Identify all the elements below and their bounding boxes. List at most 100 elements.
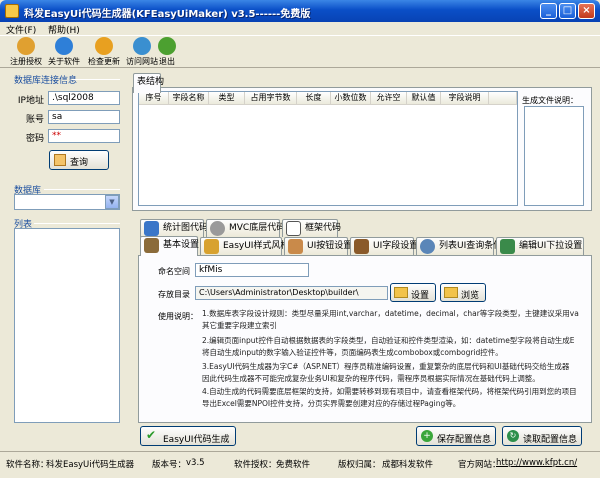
hand-icon: [288, 239, 303, 254]
key-icon: [17, 37, 35, 55]
tab-table-structure-label: 表结构: [137, 77, 165, 87]
home-icon: [144, 238, 159, 253]
about-button[interactable]: 关于软件: [46, 37, 82, 67]
tab-mvc-code-label: MVC底层代码: [229, 223, 286, 233]
password-label: 密码: [25, 134, 44, 144]
close-button[interactable]: ×: [578, 3, 595, 19]
tab-mvc-code[interactable]: MVC底层代码: [206, 219, 285, 237]
account-input[interactable]: sa: [48, 110, 120, 124]
tab-ui-fields-label: UI字段设置: [373, 241, 419, 251]
update-icon: [95, 37, 113, 55]
tab-basic-settings-label: 基本设置: [163, 240, 200, 250]
folder-icon: [394, 287, 408, 298]
namespace-label: 命名空间: [158, 267, 190, 276]
check-icon: ✔: [146, 428, 157, 442]
tab-edit-dropdown[interactable]: 编辑UI下拉设置: [496, 237, 584, 255]
namespace-input[interactable]: kfMis: [195, 263, 309, 277]
column-header[interactable]: 占用字节数: [245, 92, 297, 105]
column-header[interactable]: 序号: [139, 92, 169, 105]
connection-divider: [72, 79, 120, 80]
save-icon: +: [421, 430, 433, 442]
save-config-label: 保存配置信息: [437, 435, 492, 445]
usage-line: 4.自动生成的代码需要底层框架的支持，如需要转移到现有项目中，请查看框架代码，将…: [202, 387, 577, 396]
register-button[interactable]: 注册授权: [6, 37, 46, 67]
column-header[interactable]: 长度: [297, 92, 331, 105]
maximize-button[interactable]: □: [559, 3, 576, 19]
magnifier-icon: [420, 239, 435, 254]
tables-list[interactable]: [14, 228, 120, 423]
chevron-down-icon[interactable]: ▼: [105, 195, 119, 209]
menu-help[interactable]: 帮助(H): [48, 23, 80, 36]
tab-framework-code-label: 框架代码: [305, 223, 342, 233]
globe-icon: [133, 37, 151, 55]
query-button-label: 查询: [70, 158, 89, 168]
status-name-value: 科发EasyUi代码生成器: [46, 460, 135, 470]
pencil-icon: [500, 239, 515, 254]
tab-basic-settings[interactable]: 基本设置: [140, 236, 200, 256]
column-header[interactable]: 允许空: [371, 92, 407, 105]
exit-button[interactable]: 退出: [156, 37, 178, 67]
tab-framework-code[interactable]: 框架代码: [282, 219, 342, 237]
status-bar: 软件名称： 科发EasyUi代码生成器 版本号： v3.5 软件授权： 免费软件…: [0, 451, 600, 478]
status-site-link[interactable]: http://www.kfpt.cn/: [496, 458, 577, 468]
usage-line: 因此代码生成器不可能完成复杂业务UI和复杂的程序代码，需程序员根据实际情况在基础…: [202, 374, 540, 383]
directory-input[interactable]: C:\Users\Administrator\Desktop\builder\: [195, 286, 388, 300]
usage-label: 使用说明：: [158, 312, 198, 321]
generated-files-label: 生成文件说明：: [522, 96, 578, 105]
tab-list-query[interactable]: 列表UI查询条件: [416, 237, 502, 255]
app-icon: [5, 4, 19, 18]
generated-files-box[interactable]: [524, 106, 584, 206]
load-config-button[interactable]: ↻ 读取配置信息: [502, 426, 582, 446]
status-version-value: v3.5: [186, 458, 205, 468]
column-header[interactable]: 字段名称: [169, 92, 209, 105]
column-header[interactable]: 默认值: [407, 92, 441, 105]
database-icon: [54, 154, 66, 166]
exit-label: 退出: [159, 57, 175, 66]
tab-list-query-label: 列表UI查询条件: [439, 241, 503, 251]
account-label: 账号: [25, 115, 44, 125]
tab-edit-dropdown-label: 编辑UI下拉设置: [519, 241, 583, 251]
settings-button[interactable]: 设置: [390, 283, 436, 302]
tab-ui-buttons[interactable]: UI按钮设置: [284, 237, 352, 255]
chart-icon: [144, 221, 159, 236]
usage-line: 1.数据库表字段设计规则：类型尽量采用int,varchar，datetime，…: [202, 309, 579, 318]
folder-icon: [444, 287, 458, 298]
tab-ui-buttons-label: UI按钮设置: [307, 241, 353, 251]
query-button[interactable]: 查询: [49, 150, 109, 170]
hammer-icon: [354, 239, 369, 254]
column-header[interactable]: 类型: [209, 92, 245, 105]
generate-button[interactable]: ✔ EasyUI代码生成: [140, 426, 236, 446]
title-bar[interactable]: 科发EasyUi代码生成器(KFEasyUiMaker) v3.5------免…: [0, 0, 600, 22]
help-icon: [55, 37, 73, 55]
grid-icon: [286, 221, 301, 236]
usage-text: 1.数据库表字段设计规则：类型尽量采用int,varchar，datetime，…: [200, 305, 588, 419]
status-copyright-value: 成都科发软件: [382, 460, 434, 470]
tab-table-structure[interactable]: 表结构: [133, 73, 165, 93]
menu-file[interactable]: 文件(F): [6, 23, 36, 36]
column-header[interactable]: 字段说明: [441, 92, 489, 105]
save-config-button[interactable]: + 保存配置信息: [416, 426, 496, 446]
register-label: 注册授权: [10, 57, 42, 66]
usage-line: 3.EasyUI代码生成器为字C#（ASP.NET）程序员精准编码设置，重复繁杂…: [202, 362, 570, 371]
browse-button[interactable]: 浏览: [440, 283, 486, 302]
tab-easyui-style[interactable]: EasyUI样式风格: [200, 237, 289, 255]
database-divider: [44, 189, 120, 190]
tab-chart-code[interactable]: 统计图代码: [140, 219, 208, 237]
minimize-button[interactable]: _: [540, 3, 557, 19]
structure-grid[interactable]: 序号 字段名称 类型 占用字节数 长度 小数位数 允许空 默认值 字段说明: [138, 91, 518, 206]
tab-ui-fields[interactable]: UI字段设置: [350, 237, 418, 255]
tab-chart-code-label: 统计图代码: [163, 223, 209, 233]
tables-divider: [34, 223, 120, 224]
status-site-label: 官方网站：: [458, 460, 501, 470]
window-title: 科发EasyUi代码生成器(KFEasyUiMaker) v3.5------免…: [24, 9, 311, 20]
directory-label: 存放目录: [158, 290, 190, 299]
column-header[interactable]: 小数位数: [331, 92, 371, 105]
check-update-button[interactable]: 检查更新: [84, 37, 124, 67]
ip-label: IP地址: [17, 96, 44, 106]
status-license-value: 免费软件: [276, 460, 311, 470]
refresh-icon: ↻: [507, 430, 519, 442]
ip-input[interactable]: .\sql2008: [48, 91, 120, 105]
menu-bar: 文件(F) 帮助(H): [0, 22, 600, 36]
password-input[interactable]: **: [48, 129, 120, 143]
load-config-label: 读取配置信息: [523, 435, 578, 445]
